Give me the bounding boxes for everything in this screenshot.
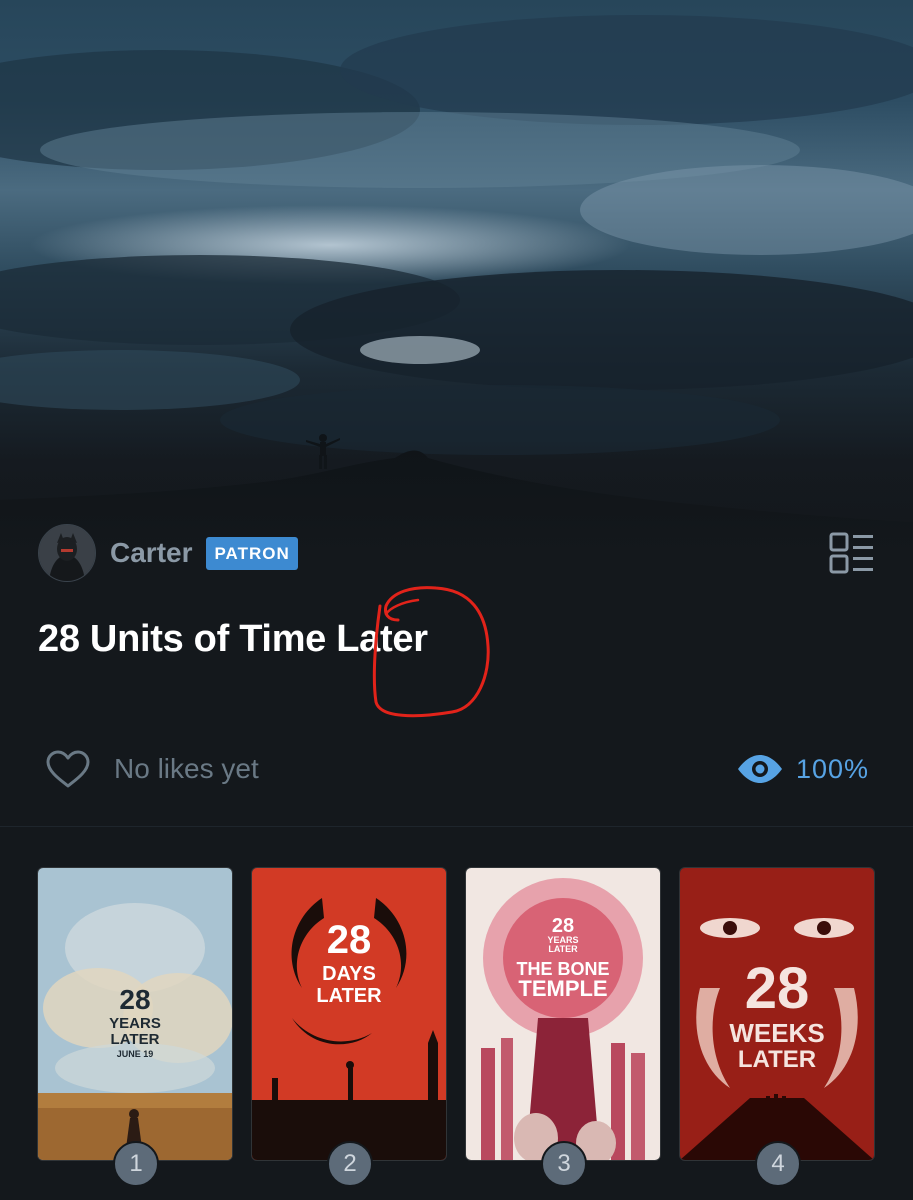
patron-badge: PATRON (206, 536, 298, 570)
rank-badge: 1 (113, 1141, 159, 1187)
poster-28-days-later[interactable]: 28 DAYS LATER (252, 868, 446, 1160)
poster-date: JUNE 19 (116, 1049, 154, 1059)
likes-text: No likes yet (114, 753, 259, 784)
eye-icon (737, 755, 782, 783)
poster-subtitle-line2: TEMPLE (518, 976, 608, 1001)
rank-badge: 2 (327, 1141, 373, 1187)
rank-badge: 3 (541, 1141, 587, 1187)
poster-28-weeks-later[interactable]: 28 WEEKS LATER (680, 868, 874, 1160)
like-button[interactable]: No likes yet (44, 746, 259, 792)
list-page: Carter PATRON 28 Units of Time Later No … (0, 0, 913, 1200)
poster-title-number: 28 (744, 956, 810, 1021)
heart-icon[interactable] (44, 748, 92, 790)
author-name[interactable]: Carter (110, 537, 192, 569)
poster-title-word: DAYS (322, 963, 376, 985)
poster-28-years-later[interactable]: 28 YEARS LATER JUNE 19 (38, 868, 232, 1160)
poster-title-later: LATER (316, 985, 382, 1007)
views-text: 100% (795, 753, 869, 784)
poster-title-word: YEARS (109, 1015, 161, 1032)
poster-title-later: LATER (110, 1031, 160, 1048)
backdrop-image (0, 0, 913, 560)
poster-title-word: WEEKS (729, 1018, 825, 1048)
poster-title-number: 28 (119, 984, 151, 1015)
poster-title-number: 28 (551, 915, 575, 937)
author-row[interactable]: Carter PATRON (38, 524, 298, 582)
list-title: 28 Units of Time Later (38, 618, 428, 660)
divider (0, 826, 913, 827)
avatar[interactable] (38, 524, 96, 582)
poster-title-number: 28 (326, 918, 372, 962)
views-stat: 100% (736, 746, 869, 792)
poster-the-bone-temple[interactable]: 28 YEARS LATER THE BONE TEMPLE (466, 868, 660, 1160)
poster-title-later: LATER (548, 944, 578, 954)
poster-title-later: LATER (737, 1046, 817, 1073)
list-view-icon[interactable] (828, 530, 876, 576)
rank-badge: 4 (755, 1141, 801, 1187)
